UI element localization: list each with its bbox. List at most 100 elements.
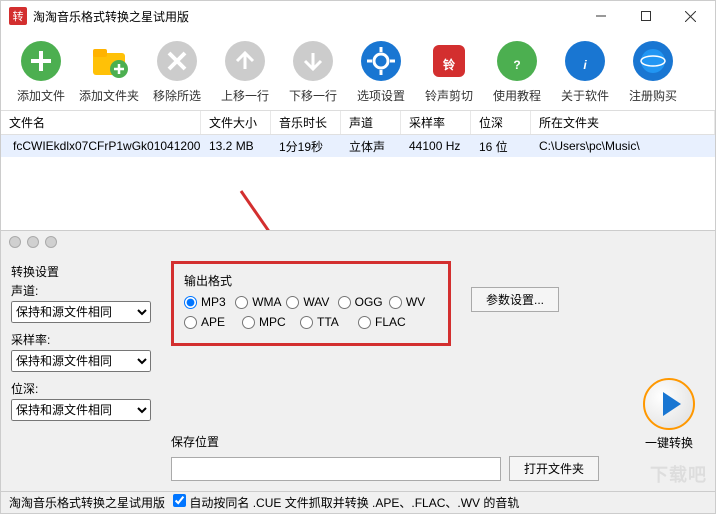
cell-samplerate: 44100 Hz	[401, 139, 471, 153]
tab-dot[interactable]	[45, 236, 57, 248]
col-samplerate[interactable]: 采样率	[401, 111, 471, 134]
table-row[interactable]: fcCWIEkdlx07CFrP1wGk01041200... 13.2 MB …	[1, 135, 715, 157]
remove-icon	[155, 39, 199, 83]
move-up-icon	[223, 39, 267, 83]
format-flac[interactable]: FLAC	[358, 315, 414, 329]
cell-duration: 1分19秒	[271, 138, 341, 155]
toolbar-move-up[interactable]: 上移一行	[211, 39, 279, 104]
format-radio-wv[interactable]	[389, 296, 402, 309]
toolbar-label: 下移一行	[289, 87, 337, 104]
toolbar-label: 移除所选	[153, 87, 201, 104]
move-down-icon	[291, 39, 335, 83]
cell-folder: C:\Users\pc\Music\	[531, 139, 715, 153]
cell-channel: 立体声	[341, 138, 401, 155]
format-ape[interactable]: APE	[184, 315, 240, 329]
svg-text:铃: 铃	[443, 57, 456, 72]
close-button[interactable]	[668, 2, 713, 30]
tab-dot[interactable]	[27, 236, 39, 248]
toolbar-move-down[interactable]: 下移一行	[279, 39, 347, 104]
bitdepth-label: 位深:	[11, 380, 161, 397]
format-mpc[interactable]: MPC	[242, 315, 298, 329]
format-radio-mpc[interactable]	[242, 316, 255, 329]
format-wav[interactable]: WAV	[286, 295, 335, 309]
col-filename[interactable]: 文件名	[1, 111, 201, 134]
samplerate-select[interactable]: 保持和源文件相同	[11, 350, 151, 372]
tab-dot[interactable]	[9, 236, 21, 248]
window-title: 淘淘音乐格式转换之星试用版	[33, 8, 578, 25]
toolbar-label: 关于软件	[561, 87, 609, 104]
format-radio-mp3[interactable]	[184, 296, 197, 309]
format-radio-flac[interactable]	[358, 316, 371, 329]
col-filesize[interactable]: 文件大小	[201, 111, 271, 134]
channel-select[interactable]: 保持和源文件相同	[11, 301, 151, 323]
panel-tabs	[1, 231, 715, 253]
play-icon	[663, 392, 681, 416]
samplerate-label: 采样率:	[11, 331, 161, 348]
format-radio-wav[interactable]	[286, 296, 299, 309]
format-radio-ogg[interactable]	[338, 296, 351, 309]
settings-panel: 转换设置 声道: 保持和源文件相同 采样率: 保持和源文件相同 位深: 保持和源…	[1, 230, 715, 491]
toolbar-register[interactable]: 注册购买	[619, 39, 687, 104]
format-ogg[interactable]: OGG	[338, 295, 387, 309]
svg-text:?: ?	[513, 58, 520, 72]
save-location-label: 保存位置	[171, 433, 705, 450]
format-wv[interactable]: WV	[389, 295, 438, 309]
maximize-button[interactable]	[623, 2, 668, 30]
toolbar-label: 添加文件夹	[79, 87, 139, 104]
minimize-button[interactable]	[578, 2, 623, 30]
convert-label: 一键转换	[643, 434, 695, 451]
add-folder-icon	[87, 39, 131, 83]
main-toolbar: 添加文件添加文件夹移除所选上移一行下移一行选项设置铃铃声剪切?使用教程i关于软件…	[1, 31, 715, 111]
convert-settings: 转换设置 声道: 保持和源文件相同 采样率: 保持和源文件相同 位深: 保持和源…	[11, 261, 161, 427]
toolbar-add-folder[interactable]: 添加文件夹	[75, 39, 143, 104]
status-app-name: 淘淘音乐格式转换之星试用版	[9, 494, 165, 511]
output-format-title: 输出格式	[184, 272, 438, 289]
format-tta[interactable]: TTA	[300, 315, 356, 329]
format-wma[interactable]: WMA	[235, 295, 284, 309]
add-file-icon	[19, 39, 63, 83]
settings-title: 转换设置	[11, 263, 161, 280]
toolbar-add-file[interactable]: 添加文件	[7, 39, 75, 104]
status-bar: 淘淘音乐格式转换之星试用版 自动按同名 .CUE 文件抓取并转换 .APE、.F…	[1, 491, 715, 513]
save-path-input[interactable]	[171, 457, 501, 481]
ringtone-icon: 铃	[427, 39, 471, 83]
toolbar-remove[interactable]: 移除所选	[143, 39, 211, 104]
toolbar-label: 上移一行	[221, 87, 269, 104]
cell-filename: fcCWIEkdlx07CFrP1wGk01041200...	[1, 139, 201, 153]
toolbar-label: 选项设置	[357, 87, 405, 104]
toolbar-settings[interactable]: 选项设置	[347, 39, 415, 104]
toolbar-ringtone[interactable]: 铃铃声剪切	[415, 39, 483, 104]
cue-checkbox-label[interactable]: 自动按同名 .CUE 文件抓取并转换 .APE、.FLAC、.WV 的音轨	[173, 494, 519, 511]
settings-icon	[359, 39, 403, 83]
bitdepth-select[interactable]: 保持和源文件相同	[11, 399, 151, 421]
col-channel[interactable]: 声道	[341, 111, 401, 134]
toolbar-help[interactable]: ? 使用教程	[483, 39, 551, 104]
cell-filesize: 13.2 MB	[201, 139, 271, 153]
toolbar-label: 添加文件	[17, 87, 65, 104]
toolbar-label: 注册购买	[629, 87, 677, 104]
watermark: 下载吧	[650, 461, 707, 487]
format-radio-ape[interactable]	[184, 316, 197, 329]
toolbar-about[interactable]: i 关于软件	[551, 39, 619, 104]
register-icon	[631, 39, 675, 83]
cell-bitdepth: 16 位	[471, 138, 531, 155]
format-radio-tta[interactable]	[300, 316, 313, 329]
convert-button[interactable]: 一键转换	[643, 378, 695, 451]
toolbar-label: 使用教程	[493, 87, 541, 104]
table-header: 文件名 文件大小 音乐时长 声道 采样率 位深 所在文件夹	[1, 111, 715, 135]
format-mp3[interactable]: MP3	[184, 295, 233, 309]
about-icon: i	[563, 39, 607, 83]
cue-checkbox[interactable]	[173, 494, 186, 507]
col-bitdepth[interactable]: 位深	[471, 111, 531, 134]
channel-label: 声道:	[11, 282, 161, 299]
col-folder[interactable]: 所在文件夹	[531, 111, 715, 134]
app-icon: 转	[9, 7, 27, 25]
output-format-group: 输出格式 MP3WMAWAVOGGWV APEMPCTTAFLAC	[171, 261, 451, 346]
col-duration[interactable]: 音乐时长	[271, 111, 341, 134]
toolbar-label: 铃声剪切	[425, 87, 473, 104]
convert-icon	[643, 378, 695, 430]
format-radio-wma[interactable]	[235, 296, 248, 309]
param-settings-button[interactable]: 参数设置...	[471, 287, 559, 312]
title-bar: 转 淘淘音乐格式转换之星试用版	[1, 1, 715, 31]
open-folder-button[interactable]: 打开文件夹	[509, 456, 599, 481]
